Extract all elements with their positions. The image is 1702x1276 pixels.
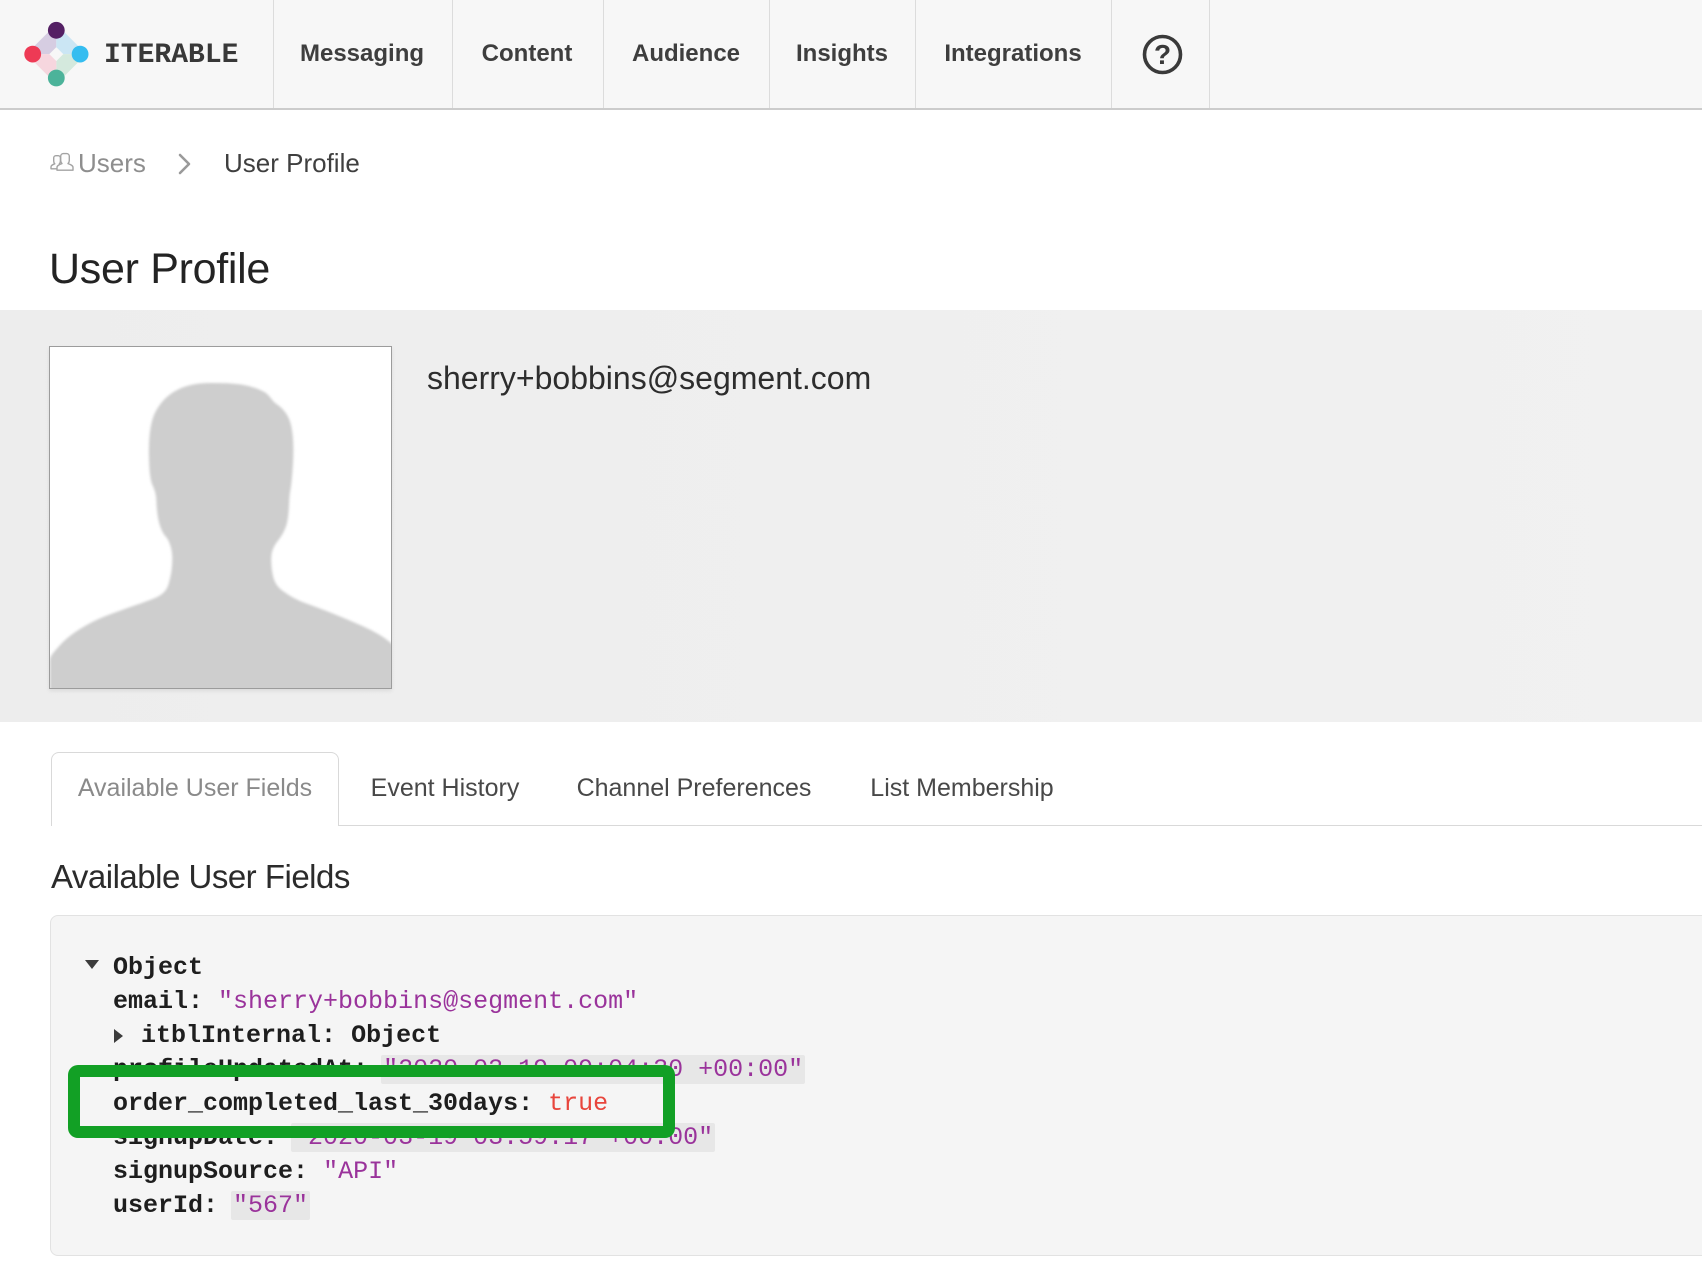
svg-text:?: ?	[1154, 39, 1171, 70]
